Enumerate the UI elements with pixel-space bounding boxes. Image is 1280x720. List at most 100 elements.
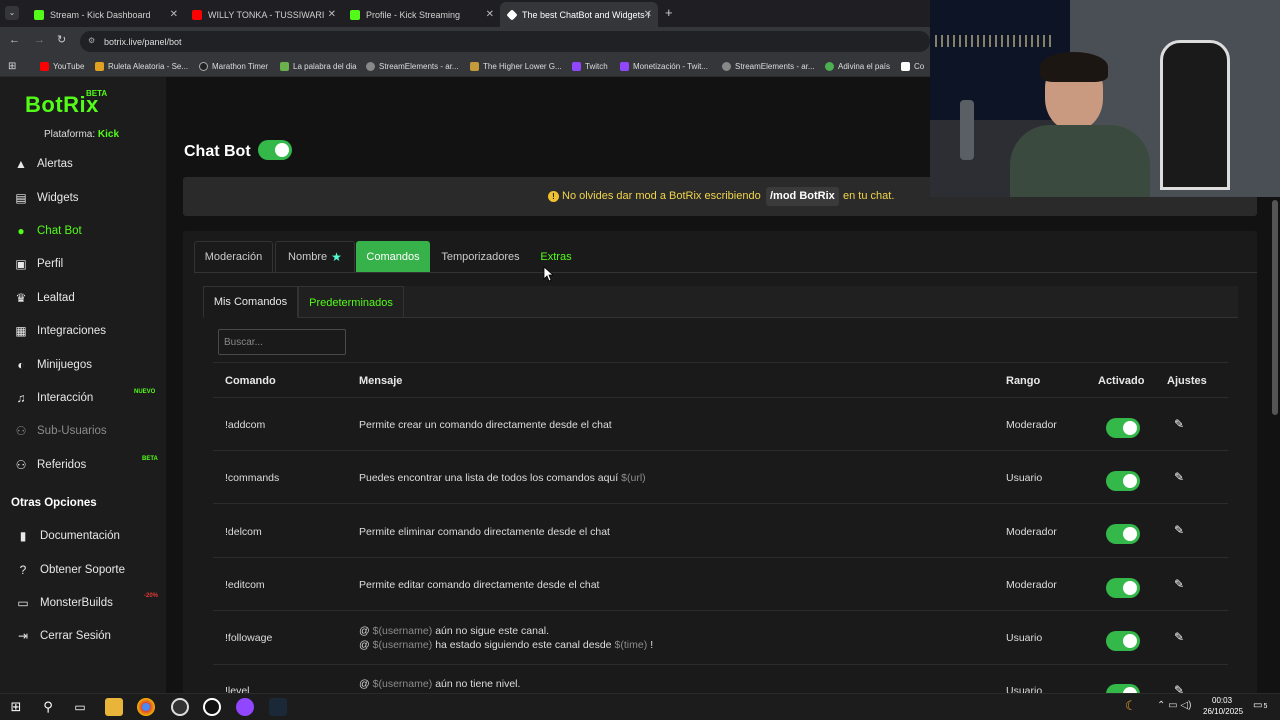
- book-icon: ▮: [19, 529, 27, 543]
- edit-pencil-icon[interactable]: ✎: [1174, 630, 1184, 644]
- subtab-mis-comandos[interactable]: Mis Comandos: [203, 286, 298, 318]
- chrome-icon[interactable]: [137, 698, 155, 716]
- bookmark-marathon-timer[interactable]: Marathon Timer: [199, 59, 268, 74]
- sidebar-item-sub-usuarios[interactable]: ⚇ Sub-Usuarios: [0, 416, 166, 446]
- sidebar-item-referidos[interactable]: ⚇ Referidos BETA: [0, 450, 166, 480]
- bookmark-streamelements-1[interactable]: StreamElements - ar...: [366, 59, 459, 74]
- bookmark-palabra-del-dia[interactable]: La palabra del dia: [280, 59, 357, 74]
- divider: [213, 664, 1228, 665]
- sidebar-item-lealtad[interactable]: ♛ Lealtad: [0, 283, 166, 313]
- at-icon: @: [359, 678, 370, 690]
- bookmark-higher-lower[interactable]: The Higher Lower G...: [470, 59, 562, 74]
- command-enabled-toggle[interactable]: [1106, 418, 1140, 438]
- command-message: Permite eliminar comando directamente de…: [359, 526, 610, 538]
- youtube-icon: [192, 9, 202, 20]
- gamepad-icon: ◐: [17, 358, 25, 372]
- clock-time[interactable]: 00:03: [1212, 696, 1232, 705]
- command-enabled-toggle[interactable]: [1106, 471, 1140, 491]
- sidebar-item-cerrar-sesion[interactable]: ⇥ Cerrar Sesión: [0, 621, 166, 651]
- notification-icon[interactable]: ▭5: [1253, 700, 1267, 711]
- edit-pencil-icon[interactable]: ✎: [1174, 577, 1184, 591]
- mod-command-code: /mod BotRix: [766, 187, 839, 206]
- tab-search-button[interactable]: ⌄: [5, 6, 19, 20]
- palabra-icon: [280, 62, 289, 71]
- timer-icon: [199, 62, 208, 71]
- command-enabled-toggle[interactable]: [1106, 631, 1140, 651]
- sidebar-item-monsterbuilds[interactable]: ▭ MonsterBuilds -20%: [0, 588, 166, 618]
- sidebar-item-integraciones[interactable]: ▦ Integraciones: [0, 316, 166, 346]
- sidebar-item-widgets[interactable]: ▤ Widgets: [0, 183, 166, 213]
- column-header-rango: Rango: [1006, 375, 1041, 387]
- command-rank: Moderador: [1006, 526, 1057, 538]
- weather-icon[interactable]: ☾: [1125, 698, 1137, 714]
- tab-temporizadores[interactable]: Temporizadores: [432, 241, 529, 272]
- logout-icon: ⇥: [17, 629, 29, 643]
- divider: [213, 557, 1228, 558]
- warning-icon: ▲: [15, 157, 27, 171]
- new-tab-button[interactable]: +: [665, 5, 673, 20]
- obs-icon[interactable]: [171, 698, 189, 716]
- app-icon[interactable]: [236, 698, 254, 716]
- steam-icon[interactable]: [269, 698, 287, 716]
- close-icon[interactable]: ✕: [170, 9, 178, 20]
- tab-extras[interactable]: Extras: [531, 241, 581, 272]
- clock-date[interactable]: 26/10/2025: [1203, 707, 1243, 716]
- task-view-icon[interactable]: ▭: [71, 698, 89, 716]
- mouse-cursor-icon: [543, 266, 553, 282]
- bookmark-ruleta[interactable]: Ruleta Aleatoria - Se...: [95, 59, 188, 74]
- person-hair: [1040, 52, 1108, 82]
- tab-nombre[interactable]: Nombre ★: [275, 241, 355, 272]
- app-icon[interactable]: [203, 698, 221, 716]
- sidebar-item-documentacion[interactable]: ▮ Documentación: [0, 521, 166, 551]
- bookmark-co[interactable]: Co: [901, 59, 924, 74]
- apps-icon[interactable]: ⊞: [8, 59, 16, 74]
- subtab-predeterminados[interactable]: Predeterminados: [298, 286, 404, 318]
- edit-pencil-icon[interactable]: ✎: [1174, 417, 1184, 431]
- kick-icon: [350, 9, 360, 20]
- search-input[interactable]: [218, 329, 346, 355]
- back-icon[interactable]: ←: [9, 34, 20, 46]
- chat-bot-toggle[interactable]: [258, 140, 292, 160]
- site-info-icon[interactable]: ⚙: [88, 36, 95, 45]
- bookmark-icon: [901, 62, 910, 71]
- globe-icon: [825, 62, 834, 71]
- edit-pencil-icon[interactable]: ✎: [1174, 470, 1184, 484]
- tab-comandos[interactable]: Comandos: [356, 241, 430, 272]
- sidebar-item-minijuegos[interactable]: ◐ Minijuegos: [0, 350, 166, 380]
- command-enabled-toggle[interactable]: [1106, 578, 1140, 598]
- sidebar-item-alertas[interactable]: ▲ Alertas: [0, 149, 166, 179]
- sidebar-item-interaccion[interactable]: ♫ Interacción NUEVO: [0, 383, 166, 413]
- tab-moderacion[interactable]: Moderación: [194, 241, 273, 272]
- windows-start-icon[interactable]: ⊞: [7, 698, 25, 716]
- bookmark-twitch[interactable]: Twitch: [572, 59, 608, 74]
- bookmark-youtube[interactable]: YouTube: [40, 59, 84, 74]
- edit-pencil-icon[interactable]: ✎: [1174, 523, 1184, 537]
- close-icon[interactable]: ✕: [644, 9, 652, 20]
- command-enabled-toggle[interactable]: [1106, 524, 1140, 544]
- bookmark-adivina-el-pais[interactable]: Adivina el país: [825, 59, 890, 74]
- tray-icons[interactable]: ⌃ ▭ ◁): [1157, 700, 1191, 711]
- reload-icon[interactable]: ↻: [57, 33, 66, 46]
- search-icon[interactable]: ⚲: [39, 698, 57, 716]
- file-explorer-icon[interactable]: [105, 698, 123, 716]
- command-rank: Usuario: [1006, 632, 1043, 644]
- browser-tab-kick-dashboard[interactable]: Stream - Kick Dashboard ✕: [26, 2, 184, 27]
- variable-tag: $(username): [372, 678, 433, 690]
- sidebar-item-obtener-soporte[interactable]: ? Obtener Soporte: [0, 555, 166, 585]
- bookmark-streamelements-2[interactable]: StreamElements - ar...: [722, 59, 815, 74]
- address-bar[interactable]: ⚙ botrix.live/panel/bot: [80, 31, 930, 52]
- streamelements-icon: [366, 62, 375, 71]
- column-header-comando: Comando: [225, 375, 276, 387]
- page-scrollbar[interactable]: [1272, 200, 1278, 415]
- browser-tab-kick-profile[interactable]: Profile - Kick Streaming ✕: [342, 2, 500, 27]
- browser-tab-youtube[interactable]: WILLY TONKA - TUSSIWARI ✕: [184, 2, 342, 27]
- sidebar-item-perfil[interactable]: ▣ Perfil: [0, 249, 166, 279]
- sidebar-item-chat-bot[interactable]: ● Chat Bot: [0, 216, 166, 246]
- variable-tag: $(url): [621, 472, 646, 484]
- forward-icon[interactable]: →: [34, 34, 45, 46]
- bookmark-monetizacion[interactable]: Monetización - Twit...: [620, 59, 708, 74]
- close-icon[interactable]: ✕: [328, 9, 336, 20]
- close-icon[interactable]: ✕: [486, 9, 494, 20]
- browser-tab-botrix[interactable]: The best ChatBot and Widgets f ✕: [500, 2, 658, 27]
- command-message-line: @ $(username) ha estado siguiendo este can…: [359, 639, 654, 651]
